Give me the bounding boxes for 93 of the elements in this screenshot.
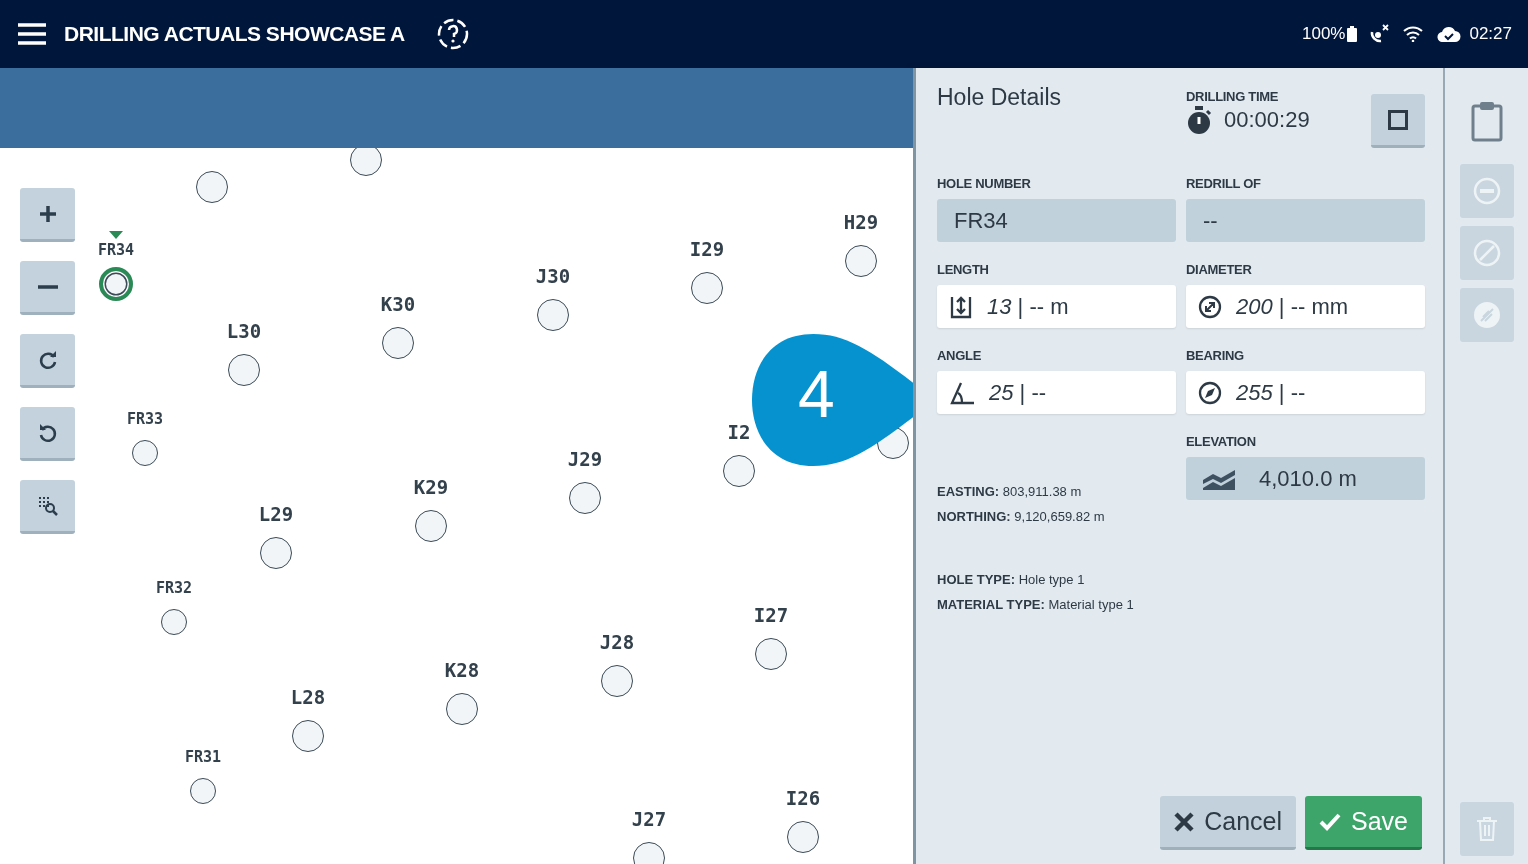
plus-icon	[37, 203, 58, 224]
field-label: HOLE NUMBER	[937, 176, 1032, 191]
field-label: DRILLING TIME	[1186, 89, 1280, 104]
area-search-icon	[36, 494, 59, 517]
clock: 02:27	[1469, 24, 1512, 44]
map-tool-button[interactable]	[20, 480, 75, 534]
hole-marker[interactable]	[292, 720, 324, 752]
drilling-time: 00:00:29	[1224, 107, 1310, 133]
hole-label: J28	[599, 631, 635, 653]
hole-marker[interactable]	[196, 171, 228, 203]
stop-button[interactable]	[1371, 94, 1425, 148]
type-text: HOLE TYPE: Hole type 1	[937, 572, 1086, 587]
check-icon	[1319, 812, 1341, 831]
hole-label: J30	[535, 265, 571, 287]
hole-label: FR34	[97, 241, 135, 259]
hole-marker[interactable]	[260, 537, 292, 569]
hole-marker[interactable]	[691, 272, 723, 304]
hole-marker[interactable]	[446, 693, 478, 725]
diameter-icon	[1198, 294, 1222, 319]
coordinate-text: NORTHING: 9,120,659.82 m	[937, 509, 1106, 524]
hole-label: K28	[444, 659, 480, 681]
stopwatch-icon	[1186, 105, 1212, 135]
compass-icon	[1198, 380, 1222, 405]
input-field[interactable]: 255 | --	[1186, 371, 1425, 414]
hole-label: J27	[631, 808, 667, 830]
hole-label: I2	[727, 421, 751, 443]
input-field[interactable]: 200 | -- mm	[1186, 285, 1425, 328]
battery-percent: 100%	[1301, 24, 1346, 44]
hole-label: FR31	[184, 748, 222, 766]
hole-marker[interactable]	[161, 609, 187, 635]
type-text: MATERIAL TYPE: Material type 1	[937, 597, 1135, 612]
minus-icon	[37, 284, 58, 289]
hole-label: K30	[380, 293, 416, 315]
readonly-field: 4,010.0 m	[1186, 457, 1425, 500]
selected-marker-icon	[109, 231, 123, 239]
callout-number: 4	[798, 356, 835, 432]
panel-title: Hole Details	[937, 84, 1061, 110]
hole-label: H29	[843, 211, 879, 233]
map-tool-button[interactable]	[20, 188, 75, 242]
field-label: ANGLE	[937, 348, 982, 363]
hole-label: L29	[258, 503, 294, 525]
hole-label: FR32	[155, 579, 193, 597]
hole-marker[interactable]	[99, 267, 133, 301]
hole-marker[interactable]	[228, 354, 260, 386]
menu-icon[interactable]	[18, 23, 46, 45]
field-label: LENGTH	[937, 262, 990, 277]
readonly-field: FR34	[937, 199, 1176, 242]
hole-marker[interactable]	[569, 482, 601, 514]
field-label: DIAMETER	[1186, 262, 1253, 277]
hole-label: L30	[226, 320, 262, 342]
cancel-button[interactable]: Cancel	[1160, 796, 1296, 850]
stop-icon	[1388, 109, 1408, 130]
satellite-icon	[1369, 24, 1392, 44]
hole-label: I27	[753, 604, 789, 626]
battery-icon	[1347, 26, 1358, 42]
hole-label: I29	[689, 238, 725, 260]
hole-marker[interactable]	[723, 455, 755, 487]
coordinate-text: EASTING: 803,911.38 m	[937, 484, 1083, 499]
hole-marker[interactable]	[382, 327, 414, 359]
minus-circle-icon	[1472, 177, 1501, 205]
prohibited-icon	[1472, 239, 1501, 267]
app-title: DRILLING ACTUALS SHOWCASE A	[64, 22, 405, 46]
angle-icon	[949, 380, 975, 405]
map-tool-button[interactable]	[20, 407, 75, 461]
hole-marker[interactable]	[537, 299, 569, 331]
close-icon	[1174, 811, 1195, 832]
hole-marker[interactable]	[601, 665, 633, 697]
hole-marker[interactable]	[787, 821, 819, 853]
hole-marker[interactable]	[190, 778, 216, 804]
input-field[interactable]: 25 | --	[937, 371, 1176, 414]
clipboard-icon	[1470, 100, 1503, 142]
hole-marker[interactable]	[845, 245, 877, 277]
hole-label: FR33	[126, 410, 164, 428]
hole-marker[interactable]	[132, 440, 158, 466]
field-label: ELEVATION	[1186, 434, 1257, 449]
trash-icon	[1475, 816, 1498, 842]
striked-circle-icon	[1472, 301, 1501, 329]
cloud-done-icon	[1437, 26, 1462, 42]
field-label: REDRILL OF	[1186, 176, 1262, 191]
hole-marker[interactable]	[415, 510, 447, 542]
terrain-icon	[1203, 467, 1235, 490]
hole-label: L28	[290, 686, 326, 708]
hole-label: J29	[567, 448, 603, 470]
hole-label: I26	[785, 787, 821, 809]
input-field[interactable]: 13 | -- m	[937, 285, 1176, 328]
field-label: BEARING	[1186, 348, 1245, 363]
help-icon[interactable]	[436, 18, 469, 50]
map-tool-button[interactable]	[20, 261, 75, 315]
readonly-field: --	[1186, 199, 1425, 242]
hole-label: K29	[413, 476, 449, 498]
hole-marker[interactable]	[755, 638, 787, 670]
map-tool-button[interactable]	[20, 334, 75, 388]
wifi-icon	[1403, 26, 1424, 42]
